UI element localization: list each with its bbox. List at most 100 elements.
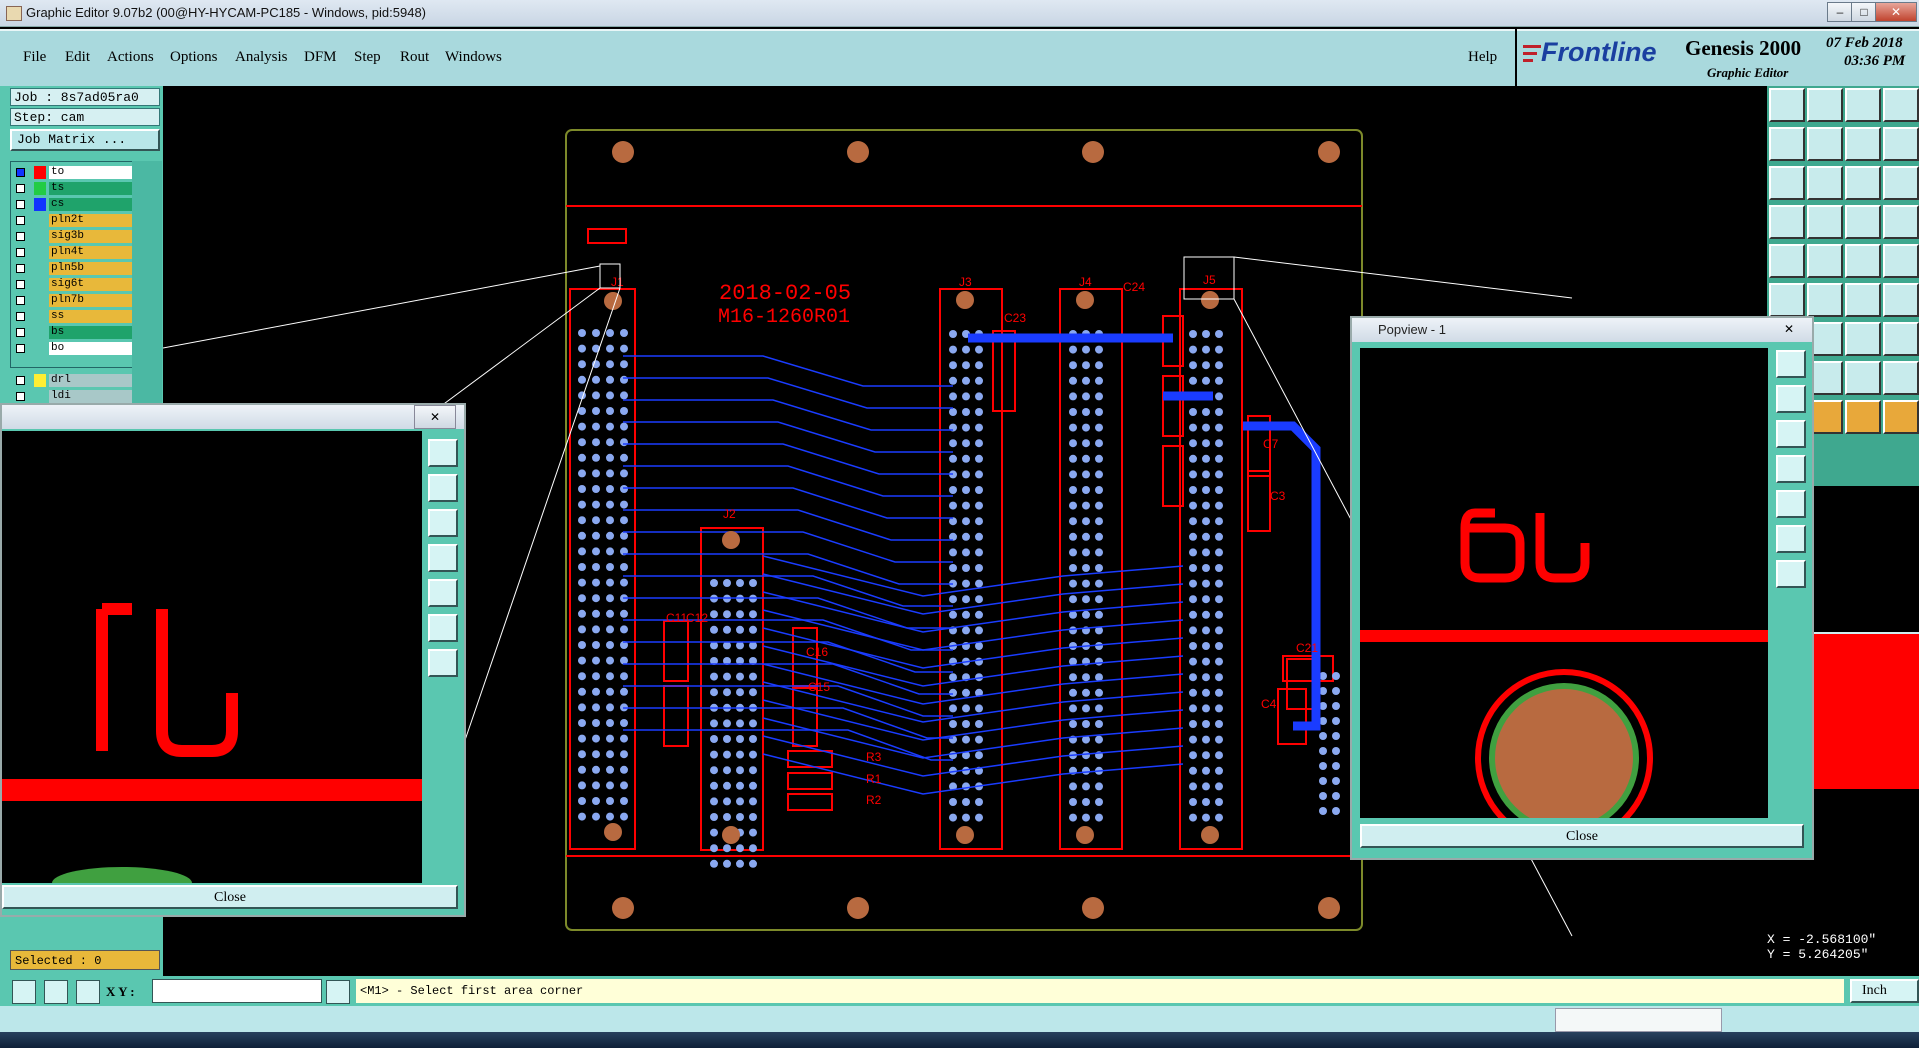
xy-input[interactable]	[152, 979, 322, 1003]
layer-checkbox[interactable]	[16, 216, 25, 225]
menu-rout[interactable]: Rout	[400, 49, 429, 66]
layer-color-swatch[interactable]	[34, 326, 46, 339]
layer-name[interactable]: bo	[49, 342, 132, 355]
layer-row-pln2t[interactable]: pln2t	[14, 214, 132, 228]
poly-c-icon[interactable]	[1845, 361, 1881, 395]
zoom-fit-icon[interactable]	[1769, 166, 1805, 200]
zoom-home-icon[interactable]	[428, 439, 458, 467]
measure-icon[interactable]	[1807, 205, 1843, 239]
layer-row-sig6t[interactable]: sig6t	[14, 278, 132, 292]
layer-row-to[interactable]: to	[14, 166, 132, 180]
layer-checkbox[interactable]	[16, 232, 25, 241]
layer-name[interactable]: sig6t	[49, 278, 132, 291]
layer-row-drl[interactable]: drl	[14, 374, 132, 388]
move-icon[interactable]	[1845, 322, 1881, 356]
layer-color-swatch[interactable]	[34, 294, 46, 307]
layer-checkbox[interactable]	[16, 376, 25, 385]
popview-right-close-button[interactable]: Close	[1360, 824, 1804, 848]
x-cross-icon[interactable]	[1807, 283, 1843, 317]
fit-icon[interactable]	[428, 614, 458, 642]
layer-color-swatch[interactable]	[34, 390, 46, 403]
layer-checkbox[interactable]	[16, 184, 25, 193]
cursor-icon[interactable]	[326, 980, 350, 1004]
layer-checkbox[interactable]	[16, 168, 25, 177]
grid-icon[interactable]	[76, 980, 100, 1004]
menu-options[interactable]: Options	[170, 49, 218, 66]
minimize-button[interactable]: –	[1827, 2, 1853, 22]
center-icon[interactable]	[428, 649, 458, 677]
center-icon[interactable]	[1776, 560, 1806, 588]
net-alt-icon[interactable]	[1883, 205, 1919, 239]
layer-name[interactable]: cs	[49, 198, 132, 211]
layer-name[interactable]: sig3b	[49, 230, 132, 243]
snap-icon[interactable]	[1883, 127, 1919, 161]
layer-color-swatch[interactable]	[34, 230, 46, 243]
layer-name[interactable]: to	[49, 166, 132, 179]
menu-windows[interactable]: Windows	[445, 49, 502, 66]
ime-toolbar[interactable]	[1555, 1008, 1722, 1032]
layer-name[interactable]: ts	[49, 182, 132, 195]
zoom-out-icon[interactable]	[1776, 420, 1806, 448]
copy-icon[interactable]	[1845, 127, 1881, 161]
pad-red-icon[interactable]	[1769, 283, 1805, 317]
center-icon[interactable]	[1807, 166, 1843, 200]
zoom-page-icon[interactable]	[1807, 88, 1843, 122]
layer-name[interactable]: pln4t	[49, 246, 132, 259]
fit-icon[interactable]	[1776, 525, 1806, 553]
menu-edit[interactable]: Edit	[65, 49, 90, 66]
house-icon[interactable]	[1845, 88, 1881, 122]
pan-left-icon[interactable]	[1769, 127, 1805, 161]
layer-name[interactable]: pln7b	[49, 294, 132, 307]
zoom-home-icon[interactable]	[1776, 350, 1806, 378]
layer-row-sig3b[interactable]: sig3b	[14, 230, 132, 244]
layer-color-swatch[interactable]	[34, 166, 46, 179]
popview-left-canvas[interactable]	[2, 431, 422, 883]
group-icon[interactable]	[1883, 322, 1919, 356]
pan-right-icon[interactable]	[428, 579, 458, 607]
layer-row-pln7b[interactable]: pln7b	[14, 294, 132, 308]
pan-right-icon[interactable]	[1807, 127, 1843, 161]
layer-row-pln5b[interactable]: pln5b	[14, 262, 132, 276]
circle-icon[interactable]	[1883, 244, 1919, 278]
rotate-icon[interactable]	[1883, 88, 1919, 122]
line-pad-icon[interactable]	[1845, 244, 1881, 278]
layer-checkbox[interactable]	[16, 296, 25, 305]
menu-actions[interactable]: Actions	[107, 49, 154, 66]
layer-color-swatch[interactable]	[34, 342, 46, 355]
units-selector[interactable]: Inch	[1850, 979, 1919, 1003]
layer-checkbox[interactable]	[16, 328, 25, 337]
layer-row-bs[interactable]: bs	[14, 326, 132, 340]
pad-blue-icon[interactable]	[1883, 283, 1919, 317]
layer-name[interactable]: drl	[49, 374, 132, 387]
select-yellow-icon[interactable]	[1845, 400, 1881, 434]
layer-color-swatch[interactable]	[34, 182, 46, 195]
zoom-out-icon[interactable]	[428, 509, 458, 537]
layer-name[interactable]: ldi	[49, 390, 132, 403]
layer-row-ts[interactable]: ts	[14, 182, 132, 196]
popview-left-close-icon[interactable]: ✕	[414, 405, 456, 429]
layer-row-ldi[interactable]: ldi	[14, 390, 132, 404]
layer-color-swatch[interactable]	[34, 198, 46, 211]
menu-file[interactable]: File	[23, 49, 46, 66]
layer-color-swatch[interactable]	[34, 246, 46, 259]
layer-checkbox[interactable]	[16, 344, 25, 353]
layer-name[interactable]: pln5b	[49, 262, 132, 275]
one-to-one-icon[interactable]	[1845, 166, 1881, 200]
close-window-button[interactable]: ✕	[1875, 2, 1917, 22]
popview-right-close-icon[interactable]: ✕	[1774, 318, 1804, 340]
layer-color-swatch[interactable]	[34, 278, 46, 291]
select-orange-icon[interactable]	[1883, 400, 1919, 434]
scissors-icon[interactable]	[1807, 244, 1843, 278]
zoom-in-icon[interactable]	[1776, 385, 1806, 413]
popview-left-close-button[interactable]: Close	[2, 885, 458, 909]
menu-analysis[interactable]: Analysis	[235, 49, 288, 66]
menu-help[interactable]: Help	[1468, 49, 1497, 66]
measure-icon[interactable]	[12, 980, 36, 1004]
layer-color-swatch[interactable]	[34, 262, 46, 275]
angle-icon[interactable]	[44, 980, 68, 1004]
layer-color-swatch[interactable]	[34, 310, 46, 323]
layer-checkbox[interactable]	[16, 200, 25, 209]
poly-d-icon[interactable]	[1883, 361, 1919, 395]
pointer-box-icon[interactable]	[1769, 244, 1805, 278]
snap-grid-icon[interactable]	[1769, 205, 1805, 239]
